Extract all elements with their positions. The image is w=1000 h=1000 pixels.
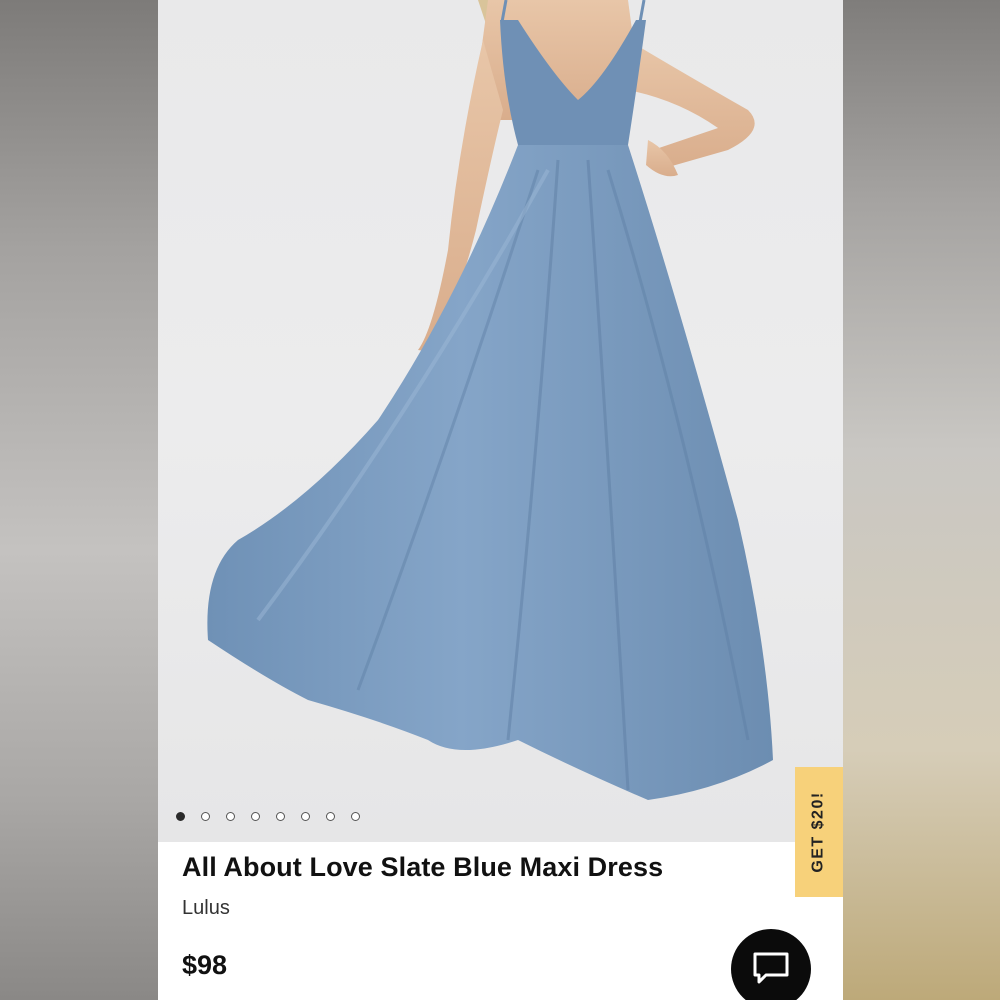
product-brand[interactable]: Lulus xyxy=(182,897,230,920)
carousel-dot[interactable] xyxy=(301,812,310,821)
image-carousel-indicators xyxy=(176,812,360,821)
chat-icon xyxy=(753,952,789,984)
promo-label: GET $20! xyxy=(810,791,828,873)
carousel-dot[interactable] xyxy=(251,812,260,821)
product-page: All About Love Slate Blue Maxi Dress Lul… xyxy=(158,0,843,1000)
blurred-background-left xyxy=(0,0,158,1000)
product-title: All About Love Slate Blue Maxi Dress xyxy=(182,852,664,882)
carousel-dot[interactable] xyxy=(351,812,360,821)
product-price: $98 xyxy=(182,950,228,980)
product-image[interactable] xyxy=(158,0,843,842)
promo-tab[interactable]: GET $20! xyxy=(795,767,843,897)
blurred-background-right xyxy=(843,0,1000,1000)
carousel-dot[interactable] xyxy=(326,812,335,821)
carousel-dot[interactable] xyxy=(276,812,285,821)
chat-button[interactable] xyxy=(731,929,811,1000)
carousel-dot[interactable] xyxy=(176,812,185,821)
carousel-dot[interactable] xyxy=(201,812,210,821)
carousel-dot[interactable] xyxy=(226,812,235,821)
dress-illustration xyxy=(207,0,773,800)
